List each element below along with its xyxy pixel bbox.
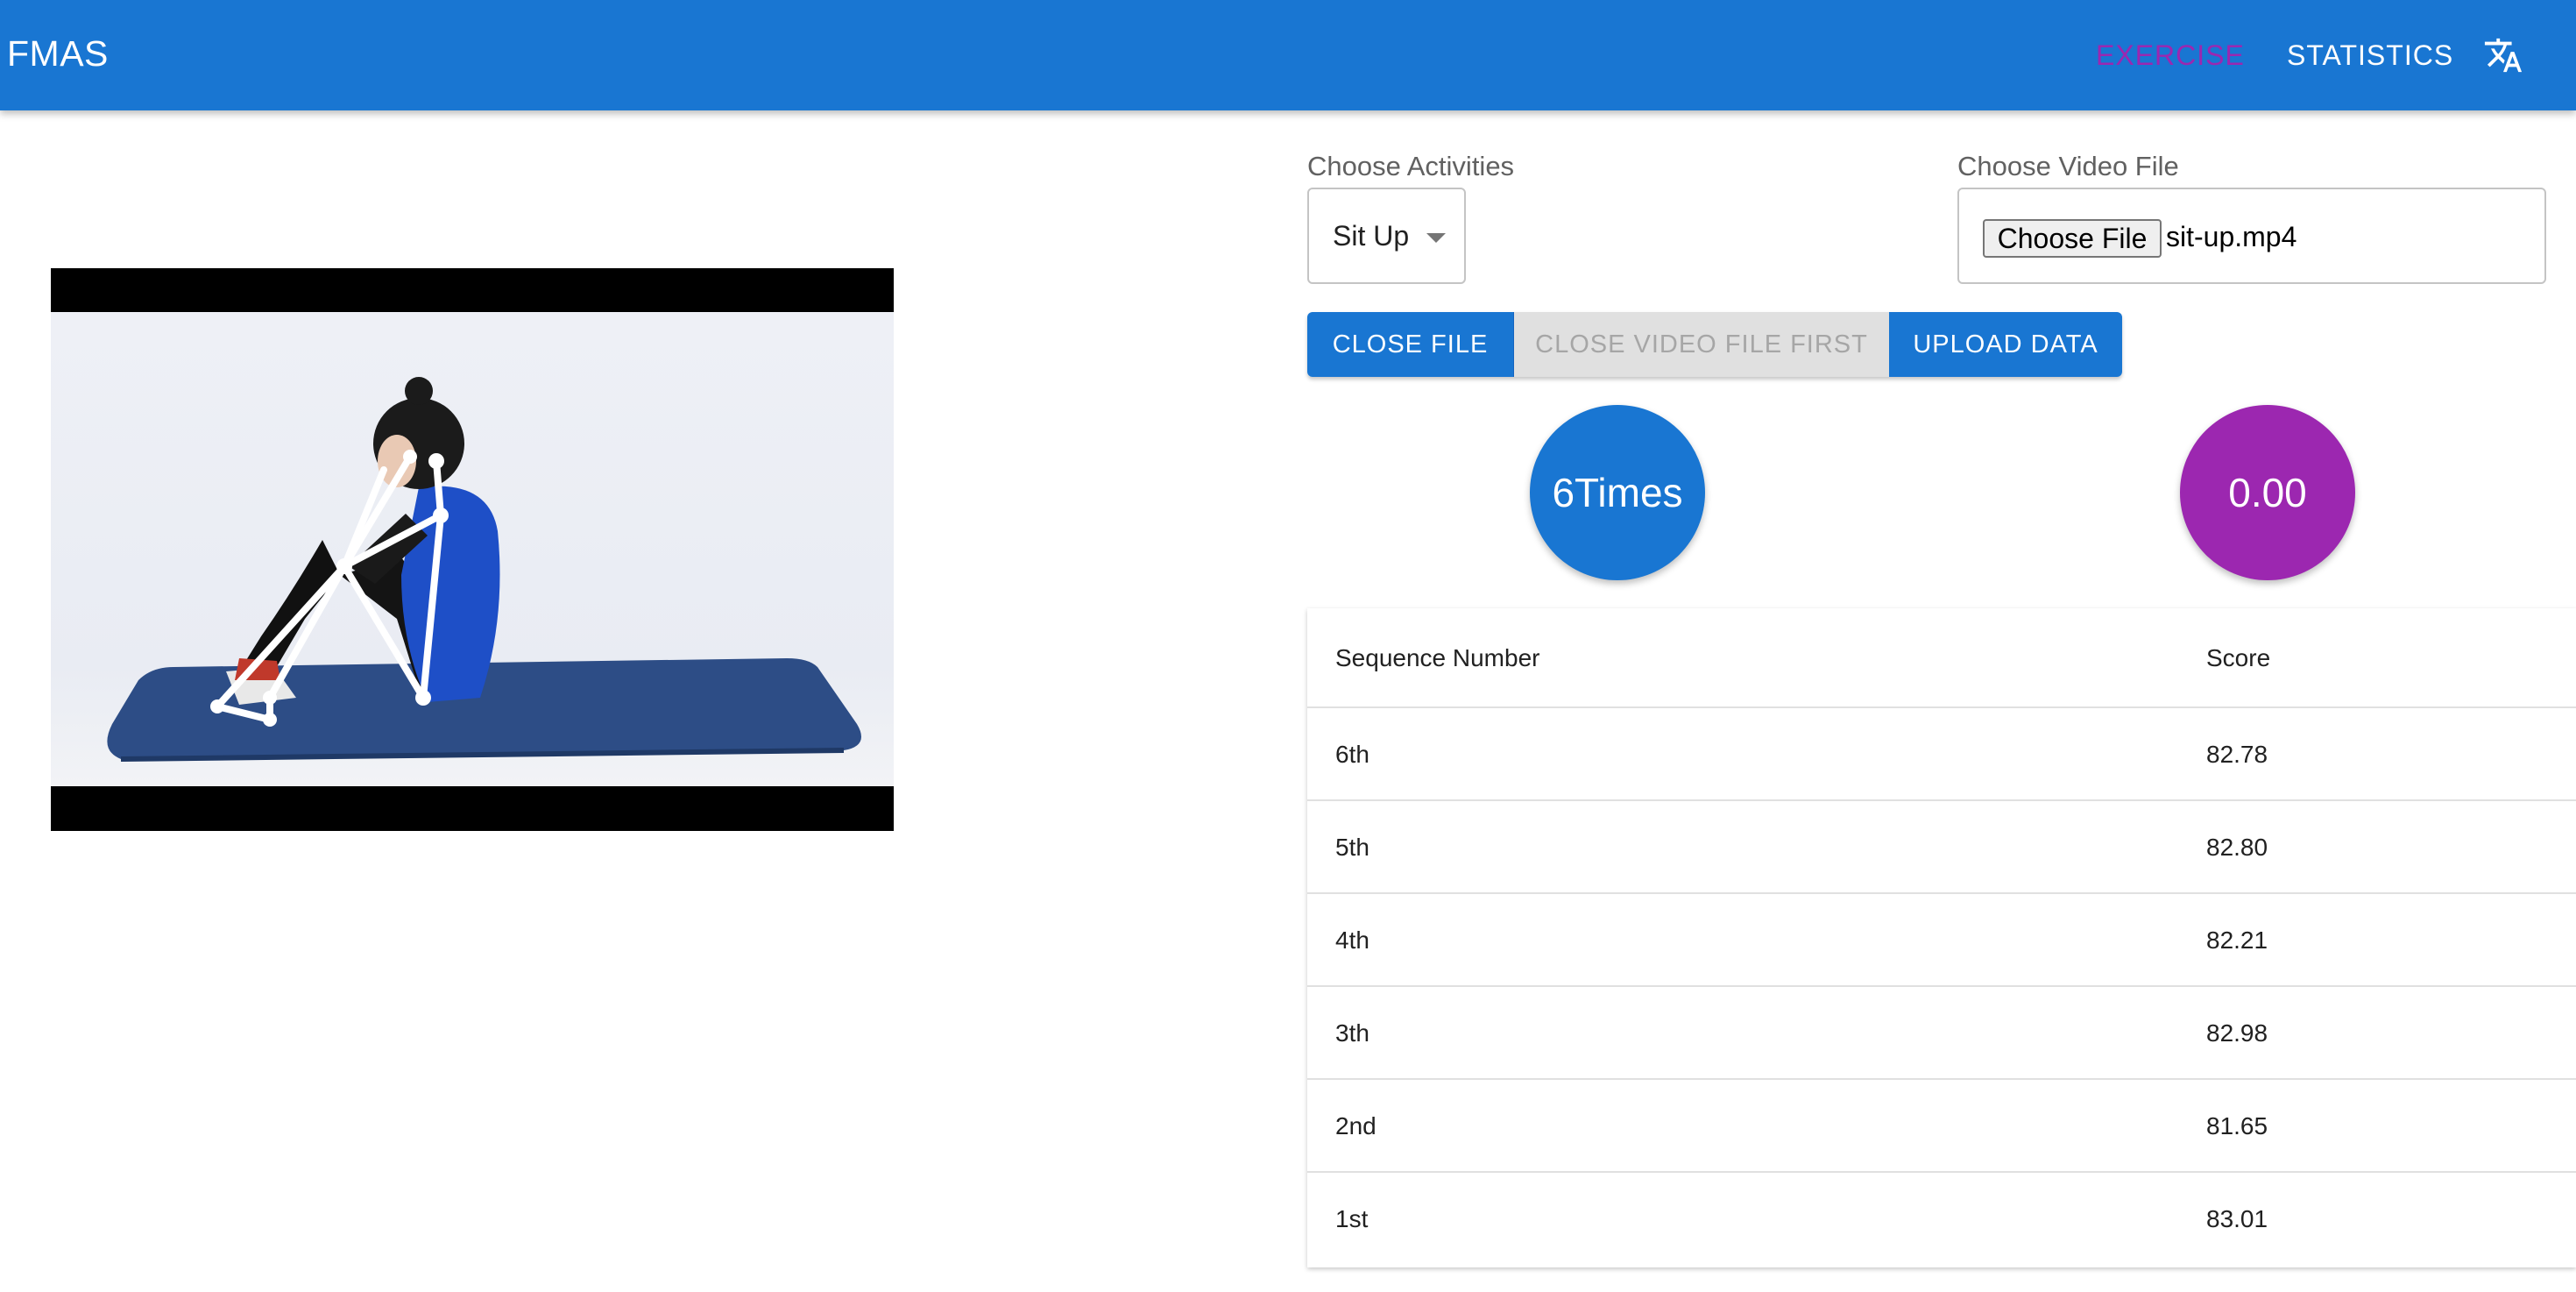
header-sequence-number: Sequence Number [1335, 644, 1540, 671]
upload-data-button[interactable]: UPLOAD DATA [1889, 312, 2122, 377]
pose-overlay-image [107, 377, 861, 762]
file-name: sit-up.mp4 [2166, 221, 2297, 252]
score-badge: 0.00 [2180, 405, 2355, 580]
row-sequence: 4th [1335, 926, 1369, 954]
table-row: 4th 82.21 [1307, 894, 2576, 987]
video-frame [51, 312, 894, 786]
row-score: 81.65 [2206, 1112, 2268, 1139]
row-sequence: 3th [1335, 1019, 1369, 1047]
row-sequence: 1st [1335, 1205, 1369, 1232]
row-sequence: 2nd [1335, 1112, 1376, 1139]
score-table: Sequence Number Score 6th 82.78 5th 82.8… [1307, 608, 2576, 1267]
row-score: 82.98 [2206, 1019, 2268, 1047]
close-file-button[interactable]: CLOSE FILE [1307, 312, 1514, 377]
video-player[interactable] [51, 268, 894, 831]
table-row: 2nd 81.65 [1307, 1080, 2576, 1173]
activity-select-value: Sit Up [1333, 219, 1410, 252]
row-score: 83.01 [2206, 1205, 2268, 1232]
table-header: Sequence Number Score [1307, 608, 2576, 708]
row-sequence: 6th [1335, 741, 1369, 768]
row-score: 82.21 [2206, 926, 2268, 954]
app-title[interactable]: FMAS [7, 33, 109, 75]
table-row: 1st 83.01 [1307, 1173, 2576, 1266]
table-row: 6th 82.78 [1307, 708, 2576, 801]
video-file-label: Choose Video File [1957, 151, 2179, 181]
nav-exercise[interactable]: EXERCISE [2096, 0, 2245, 110]
nav-statistics[interactable]: STATISTICS [2287, 0, 2453, 110]
activity-select[interactable]: Sit Up [1307, 188, 1466, 284]
translate-icon[interactable] [2483, 35, 2523, 75]
action-button-group: CLOSE FILE CLOSE VIDEO FILE FIRST UPLOAD… [1307, 312, 2122, 377]
activities-label: Choose Activities [1307, 151, 1515, 181]
video-file-field: Choose File sit-up.mp4 [1957, 188, 2546, 284]
table-row: 3th 82.98 [1307, 987, 2576, 1080]
header-score: Score [2206, 644, 2271, 671]
row-score: 82.80 [2206, 834, 2268, 861]
table-row: 5th 82.80 [1307, 801, 2576, 894]
rep-count-badge: 6Times [1530, 405, 1705, 580]
choose-file-button[interactable]: Choose File [1983, 219, 2162, 258]
app-bar: FMAS EXERCISE STATISTICS [0, 0, 2576, 110]
row-sequence: 5th [1335, 834, 1369, 861]
close-video-first-button: CLOSE VIDEO FILE FIRST [1514, 312, 1889, 377]
row-score: 82.78 [2206, 741, 2268, 768]
chevron-down-icon [1426, 233, 1446, 243]
